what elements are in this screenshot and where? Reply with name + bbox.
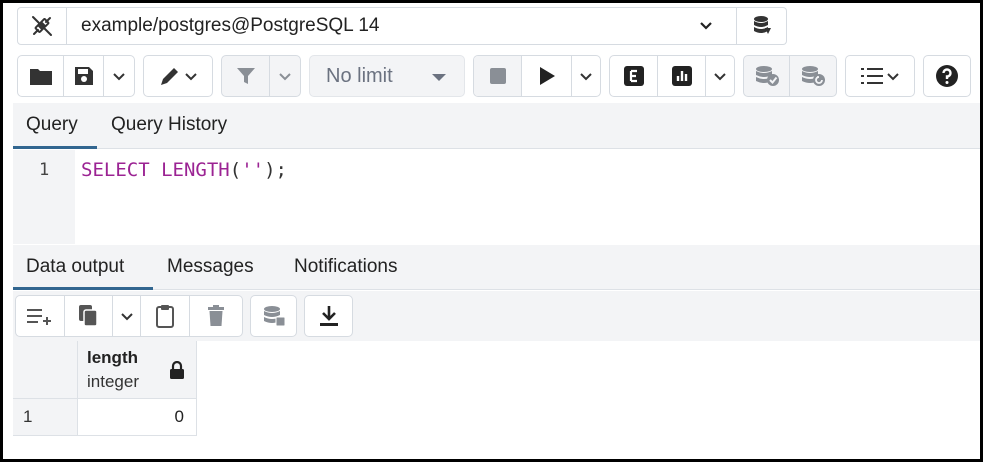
filter-group — [221, 55, 301, 97]
editor-tabbar: Query Query History — [13, 103, 980, 149]
edit-group — [143, 55, 213, 97]
copy-options-dropdown[interactable] — [113, 296, 141, 336]
lock-icon — [170, 361, 184, 379]
result-grid: length integer 1 0 — [13, 341, 980, 459]
save-options-dropdown[interactable] — [104, 56, 134, 96]
keyword-select: SELECT — [81, 159, 150, 181]
add-row-button[interactable] — [16, 296, 65, 336]
chevron-down-icon — [714, 73, 726, 81]
filter-icon — [236, 68, 255, 84]
help-group — [923, 55, 971, 97]
chevron-down-icon — [700, 22, 712, 30]
chart-icon — [671, 66, 692, 86]
connection-status-button[interactable] — [17, 7, 67, 45]
pencil-icon — [161, 68, 178, 85]
column-type: integer — [87, 372, 139, 391]
save-icon — [74, 67, 93, 85]
execute-group — [473, 55, 601, 97]
list-icon — [861, 68, 883, 84]
table-cell[interactable]: 0 — [78, 399, 197, 436]
app-window: example/postgres@PostgreSQL 14 No limit … — [0, 0, 983, 462]
edit-dropdown-button[interactable] — [144, 56, 212, 96]
query-editor[interactable]: 1 SELECT LENGTH(''); — [13, 150, 980, 244]
paste-button[interactable] — [141, 296, 190, 336]
row-limit-value: No limit — [326, 64, 393, 87]
rollback-button[interactable] — [790, 56, 836, 96]
string-literal: '' — [241, 159, 265, 181]
stop-button[interactable] — [474, 56, 522, 96]
chevron-down-icon — [580, 73, 592, 81]
code-line[interactable]: SELECT LENGTH(''); — [81, 159, 287, 181]
filter-options-dropdown[interactable] — [270, 56, 300, 96]
connection-bar: example/postgres@PostgreSQL 14 — [17, 7, 787, 45]
tab-query[interactable]: Query — [26, 114, 78, 136]
connection-label: example/postgres@PostgreSQL 14 — [81, 15, 380, 36]
tab-notifications[interactable]: Notifications — [294, 256, 398, 278]
query-toolbar: No limit — [17, 55, 971, 97]
download-group — [304, 295, 353, 337]
execute-options-dropdown[interactable] — [572, 56, 600, 96]
trash-icon — [208, 305, 224, 326]
chevron-down-icon — [185, 73, 197, 81]
macros-group — [845, 55, 915, 97]
transaction-group — [743, 55, 837, 97]
copy-button[interactable] — [65, 296, 113, 336]
chevron-down-icon — [120, 313, 133, 321]
commit-button[interactable] — [744, 56, 790, 96]
tab-data-output[interactable]: Data output — [26, 256, 124, 278]
open-file-button[interactable] — [18, 56, 64, 96]
line-gutter: 1 — [13, 150, 75, 244]
help-button[interactable] — [924, 56, 970, 96]
chevron-down-icon — [113, 73, 125, 81]
row-number[interactable]: 1 — [13, 399, 78, 436]
disconnected-plug-icon — [32, 16, 52, 36]
execute-button[interactable] — [522, 56, 572, 96]
save-data-changes-button[interactable] — [251, 296, 296, 336]
commit-icon — [755, 66, 779, 86]
chevron-down-icon — [279, 73, 291, 81]
copy-icon — [78, 305, 98, 327]
column-header[interactable]: length integer — [78, 341, 197, 399]
rollback-icon — [802, 66, 825, 86]
active-tab-indicator — [13, 146, 97, 149]
result-tabbar: Data output Messages Notifications — [13, 245, 980, 290]
folder-icon — [29, 69, 52, 85]
explain-button[interactable] — [610, 56, 658, 96]
add-row-icon — [27, 309, 51, 325]
row-limit-select[interactable]: No limit — [309, 55, 465, 97]
download-button[interactable] — [305, 296, 352, 336]
line-number: 1 — [39, 160, 50, 180]
delete-row-button[interactable] — [190, 296, 242, 336]
tab-messages[interactable]: Messages — [167, 256, 254, 278]
database-save-icon — [263, 306, 285, 327]
database-icon — [753, 16, 771, 34]
connection-select[interactable]: example/postgres@PostgreSQL 14 — [67, 7, 737, 45]
tab-query-history[interactable]: Query History — [111, 114, 227, 136]
function-name: LENGTH — [161, 159, 230, 181]
file-group — [17, 55, 135, 97]
explain-group — [609, 55, 735, 97]
stop-icon — [489, 68, 506, 84]
active-tab-indicator — [13, 287, 153, 290]
new-connection-button[interactable] — [737, 7, 787, 45]
column-name: length — [87, 348, 138, 367]
grid-corner[interactable] — [13, 341, 78, 399]
explain-options-dropdown[interactable] — [706, 56, 734, 96]
explain-analyze-button[interactable] — [658, 56, 706, 96]
row-edit-group — [15, 295, 243, 337]
play-icon — [539, 67, 555, 85]
explain-icon — [623, 66, 644, 86]
chevron-down-icon — [887, 73, 899, 81]
save-button[interactable] — [64, 56, 104, 96]
filter-button[interactable] — [222, 56, 270, 96]
caret-down-icon — [432, 74, 446, 81]
close-paren-semicolon: ); — [264, 159, 287, 181]
clipboard-icon — [156, 305, 174, 328]
open-paren: ( — [229, 159, 242, 181]
macros-dropdown-button[interactable] — [846, 56, 914, 96]
help-icon — [936, 65, 958, 87]
save-data-group — [250, 295, 297, 337]
result-toolbar — [13, 291, 980, 341]
download-icon — [319, 306, 338, 326]
